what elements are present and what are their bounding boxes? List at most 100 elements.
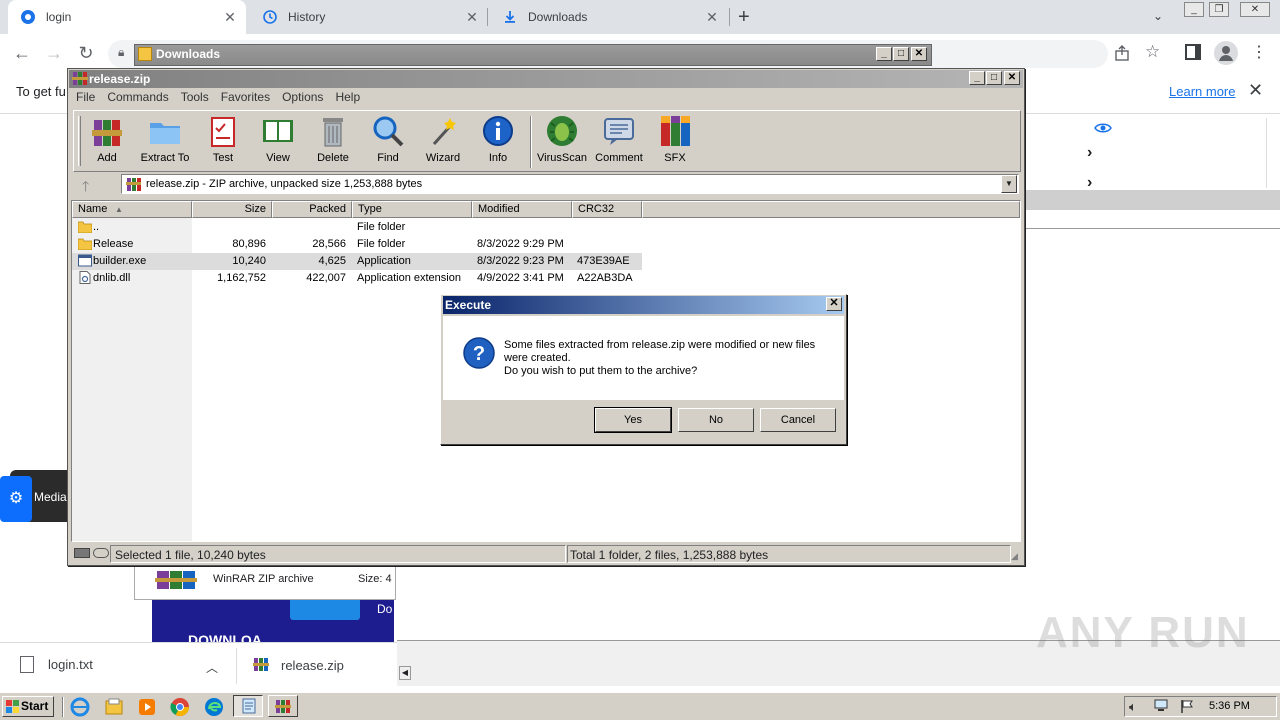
dialog-title-bar[interactable] bbox=[443, 296, 844, 314]
restore-window-button[interactable]: ❐ bbox=[1209, 2, 1229, 17]
bookmark-star-icon[interactable]: ☆ bbox=[1145, 42, 1160, 62]
key-icon[interactable] bbox=[93, 548, 109, 558]
chrome-icon[interactable] bbox=[170, 697, 190, 717]
menu-tools[interactable]: Tools bbox=[175, 90, 215, 108]
tool-comment-button[interactable]: Comment bbox=[591, 114, 647, 164]
menu-help[interactable]: Help bbox=[329, 90, 366, 108]
scroll-left-arrow-icon[interactable]: ◀ bbox=[399, 666, 411, 680]
file-type: Application extension bbox=[357, 272, 461, 284]
edge-icon[interactable] bbox=[204, 697, 224, 717]
dialog-message: Some files extracted from release.zip we… bbox=[504, 339, 824, 378]
explorer-title-bar[interactable] bbox=[134, 44, 932, 66]
clock: 5:36 PM bbox=[1209, 700, 1250, 712]
close-info-bar-icon[interactable]: ✕ bbox=[1248, 80, 1263, 101]
browser-menu-kebab-icon[interactable]: ⋮ bbox=[1251, 42, 1267, 62]
eye-icon[interactable] bbox=[1094, 121, 1112, 138]
column-header-name[interactable]: Name ▲ bbox=[72, 201, 192, 218]
explorer-maximize-button[interactable]: □ bbox=[893, 47, 909, 61]
close-tab-icon[interactable]: ✕ bbox=[222, 9, 238, 25]
bug-icon bbox=[547, 116, 577, 146]
tool-find-button[interactable]: Find bbox=[360, 114, 416, 164]
up-one-level-arrow-icon[interactable]: 🡑 bbox=[82, 176, 89, 200]
tool-add-button[interactable]: Add bbox=[79, 114, 135, 164]
profile-avatar-icon[interactable] bbox=[1214, 41, 1238, 65]
file-row-dnlib-dll[interactable]: dnlib.dll 1,162,752 422,007 Application … bbox=[72, 270, 642, 287]
file-name: .. bbox=[93, 221, 100, 233]
share-icon[interactable] bbox=[1113, 44, 1133, 64]
taskbar-explorer-window[interactable] bbox=[233, 695, 263, 717]
volume-icon[interactable]: 🔈︎ bbox=[1129, 699, 1137, 715]
drive-icon[interactable] bbox=[74, 548, 90, 558]
reload-icon[interactable]: ↻ bbox=[74, 42, 98, 66]
learn-more-link[interactable]: Learn more bbox=[1169, 84, 1235, 99]
file-explorer-icon[interactable] bbox=[104, 697, 124, 717]
close-tab-icon[interactable]: ✕ bbox=[704, 9, 720, 25]
lock-icon[interactable]: 🔒︎ bbox=[118, 45, 124, 60]
start-button[interactable]: Start bbox=[2, 696, 54, 717]
tab-login[interactable]: login ✕ bbox=[8, 0, 246, 34]
forward-arrow-icon[interactable]: → bbox=[42, 42, 66, 66]
file-row-parent[interactable]: .. File folder bbox=[72, 219, 642, 236]
file-size: 1,162,752 bbox=[217, 272, 266, 284]
media-settings-icon[interactable]: ⚙ bbox=[0, 476, 32, 522]
tool-extract-to-button[interactable]: Extract To bbox=[137, 114, 193, 164]
file-name: dnlib.dll bbox=[93, 272, 131, 284]
menu-file[interactable]: File bbox=[70, 90, 101, 108]
tool-sfx-button[interactable]: SFX bbox=[647, 114, 703, 164]
minimize-window-button[interactable]: _ bbox=[1184, 2, 1204, 17]
dialog-close-button[interactable]: ✕ bbox=[826, 297, 842, 311]
chevron-right-icon[interactable]: › bbox=[1087, 144, 1092, 162]
cancel-button[interactable]: Cancel bbox=[760, 408, 836, 432]
network-icon[interactable] bbox=[1153, 699, 1169, 713]
tool-test-button[interactable]: Test bbox=[195, 114, 251, 164]
file-row-builder-exe[interactable]: builder.exe 10,240 4,625 Application 8/3… bbox=[72, 253, 642, 270]
side-panel-icon[interactable] bbox=[1185, 44, 1201, 60]
resize-grip-icon[interactable]: ◢ bbox=[1011, 551, 1018, 562]
column-header-crc32[interactable]: CRC32 bbox=[572, 201, 642, 218]
yes-button[interactable]: Yes bbox=[594, 407, 672, 433]
winrar-maximize-button[interactable]: □ bbox=[986, 71, 1002, 85]
tool-info-button[interactable]: Info bbox=[470, 114, 526, 164]
winrar-title-bar[interactable] bbox=[69, 70, 1023, 88]
action-center-flag-icon[interactable] bbox=[1179, 699, 1195, 713]
media-player-icon[interactable] bbox=[137, 697, 157, 717]
column-header-modified[interactable]: Modified bbox=[472, 201, 572, 218]
tool-virusscan-button[interactable]: VirusScan bbox=[534, 114, 590, 164]
close-tab-icon[interactable]: ✕ bbox=[464, 9, 480, 25]
tab-history[interactable]: History ✕ bbox=[250, 0, 488, 34]
file-modified: 4/9/2022 3:41 PM bbox=[477, 272, 564, 284]
column-header-packed[interactable]: Packed bbox=[272, 201, 352, 218]
tool-view-button[interactable]: View bbox=[250, 114, 306, 164]
path-dropdown-arrow-icon[interactable]: ▼ bbox=[1001, 175, 1017, 193]
internet-explorer-icon[interactable] bbox=[70, 697, 90, 717]
tab-search-chevron-icon[interactable]: ⌄ bbox=[1153, 9, 1163, 23]
menu-favorites[interactable]: Favorites bbox=[215, 90, 276, 108]
explorer-close-button[interactable]: ✕ bbox=[911, 47, 927, 61]
back-arrow-icon[interactable]: ← bbox=[10, 42, 34, 66]
tool-delete-button[interactable]: Delete bbox=[305, 114, 361, 164]
tab-label: login bbox=[46, 10, 72, 24]
taskbar-winrar-window[interactable] bbox=[268, 695, 298, 717]
add-archive-icon bbox=[92, 120, 122, 146]
tool-wizard-button[interactable]: Wizard bbox=[415, 114, 471, 164]
status-total: Total 1 folder, 2 files, 1,253,888 bytes bbox=[567, 545, 1011, 563]
file-packed: 422,007 bbox=[306, 272, 346, 284]
explorer-minimize-button[interactable]: _ bbox=[876, 47, 892, 61]
chevron-up-icon[interactable]: ︿ bbox=[206, 659, 218, 676]
new-tab-button[interactable]: + bbox=[738, 6, 750, 29]
column-header-size[interactable]: Size bbox=[192, 201, 272, 218]
menu-options[interactable]: Options bbox=[276, 90, 329, 108]
column-header-type[interactable]: Type bbox=[352, 201, 472, 218]
dialog-message-line: Some files extracted from release.zip we… bbox=[504, 339, 816, 351]
download-item-login[interactable]: login.txt bbox=[20, 656, 93, 673]
menu-commands[interactable]: Commands bbox=[101, 90, 174, 108]
close-window-button[interactable]: ✕ bbox=[1240, 2, 1270, 17]
tab-downloads[interactable]: Downloads ✕ bbox=[490, 0, 728, 34]
winrar-minimize-button[interactable]: _ bbox=[969, 71, 985, 85]
download-icon bbox=[502, 9, 518, 25]
download-item-release[interactable]: release.zip bbox=[253, 656, 344, 675]
winrar-close-button[interactable]: ✕ bbox=[1004, 71, 1020, 85]
file-row-release[interactable]: Release 80,896 28,566 File folder 8/3/20… bbox=[72, 236, 642, 253]
text-file-icon bbox=[20, 656, 34, 673]
no-button[interactable]: No bbox=[678, 408, 754, 432]
